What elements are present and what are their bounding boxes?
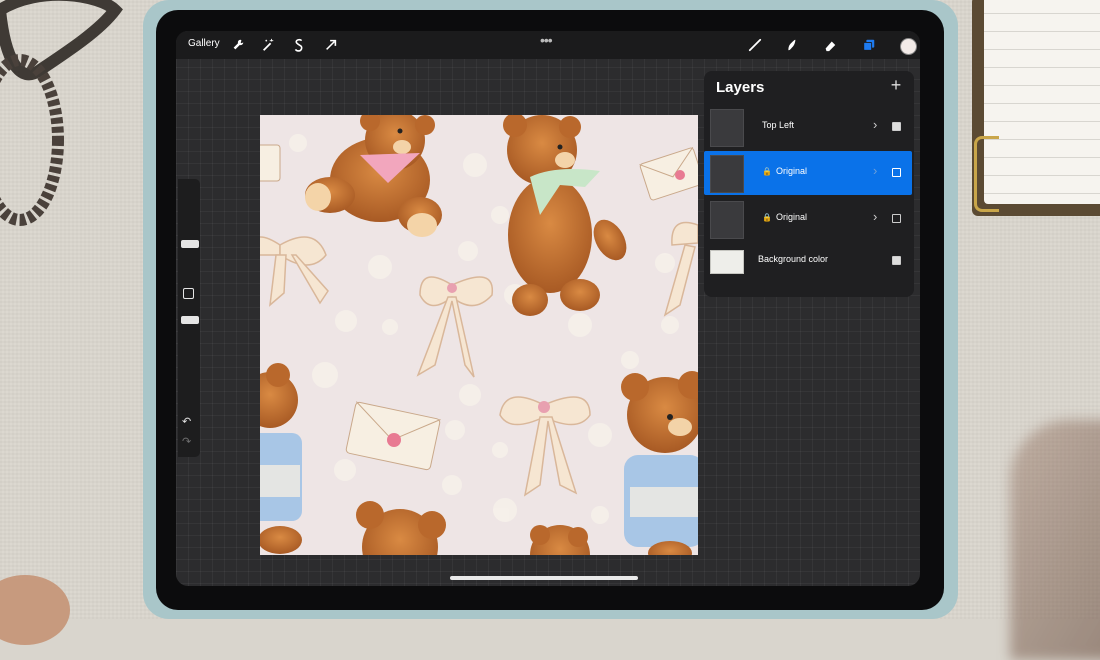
selection-icon[interactable] — [290, 36, 308, 54]
visibility-checkbox[interactable] — [892, 122, 901, 131]
layer-name: Background color — [758, 254, 829, 264]
chevron-right-icon[interactable]: › — [873, 163, 877, 178]
layer-row-background[interactable]: Background color — [704, 239, 912, 283]
modify-button[interactable] — [183, 288, 194, 299]
visibility-checkbox[interactable] — [892, 214, 901, 223]
layer-name-wrap: 🔒 Original — [762, 212, 807, 222]
smudge-icon[interactable] — [782, 36, 800, 54]
gallery-button[interactable]: Gallery — [188, 38, 220, 49]
redo-button[interactable]: ↷ — [182, 435, 191, 448]
eraser-icon[interactable] — [821, 36, 839, 54]
lock-icon: 🔒 — [762, 213, 772, 222]
layer-thumbnail — [710, 109, 744, 147]
eyeglasses — [0, 0, 123, 226]
layers-panel-title: Layers — [716, 79, 765, 96]
lock-icon: 🔒 — [762, 167, 772, 176]
layer-row-active[interactable]: 🔒 Original › — [704, 151, 912, 195]
layer-name: Original — [775, 166, 807, 176]
procreate-screen: Gallery ••• ↶ ↷ Layers + Top Left › 🔒 Or… — [176, 31, 920, 586]
layer-row[interactable]: 🔒 Original › — [704, 197, 912, 241]
notebook-ring — [974, 136, 999, 212]
opacity-slider[interactable] — [181, 316, 199, 324]
transform-arrow-icon[interactable] — [322, 36, 340, 54]
notebook-page — [984, 0, 1100, 204]
notebook — [972, 0, 1100, 216]
home-indicator[interactable] — [450, 576, 638, 580]
visibility-checkbox[interactable] — [892, 168, 901, 177]
color-picker-swatch[interactable] — [900, 38, 917, 55]
artwork-canvas[interactable] — [260, 115, 698, 555]
layers-panel: Layers + Top Left › 🔒 Original › 🔒 Origina… — [704, 71, 914, 297]
hand-shadow — [1010, 420, 1100, 660]
visibility-checkbox[interactable] — [892, 256, 901, 265]
teddy-bear-illustration — [305, 115, 442, 237]
chevron-right-icon[interactable]: › — [873, 117, 877, 132]
chevron-right-icon[interactable]: › — [873, 209, 877, 224]
layer-thumbnail — [710, 201, 744, 239]
layer-name: Original — [775, 212, 807, 222]
layer-name: Top Left — [762, 120, 795, 130]
layer-thumbnail — [710, 155, 744, 193]
layers-icon[interactable] — [860, 36, 878, 54]
layer-name-wrap: 🔒 Original — [762, 166, 807, 176]
brush-icon[interactable] — [746, 36, 764, 54]
wrench-icon[interactable] — [229, 36, 247, 54]
layer-row[interactable]: Top Left › — [704, 105, 912, 149]
background-color-thumbnail — [710, 250, 744, 274]
add-layer-button[interactable]: + — [886, 75, 906, 96]
top-toolbar: Gallery ••• — [176, 31, 920, 59]
teddy-bear-pattern — [260, 115, 698, 555]
magic-wand-icon[interactable] — [259, 36, 277, 54]
more-options-button[interactable]: ••• — [540, 32, 553, 48]
undo-button[interactable]: ↶ — [182, 415, 191, 428]
left-sidebar: ↶ ↷ — [178, 179, 200, 457]
brush-size-slider[interactable] — [181, 240, 199, 248]
